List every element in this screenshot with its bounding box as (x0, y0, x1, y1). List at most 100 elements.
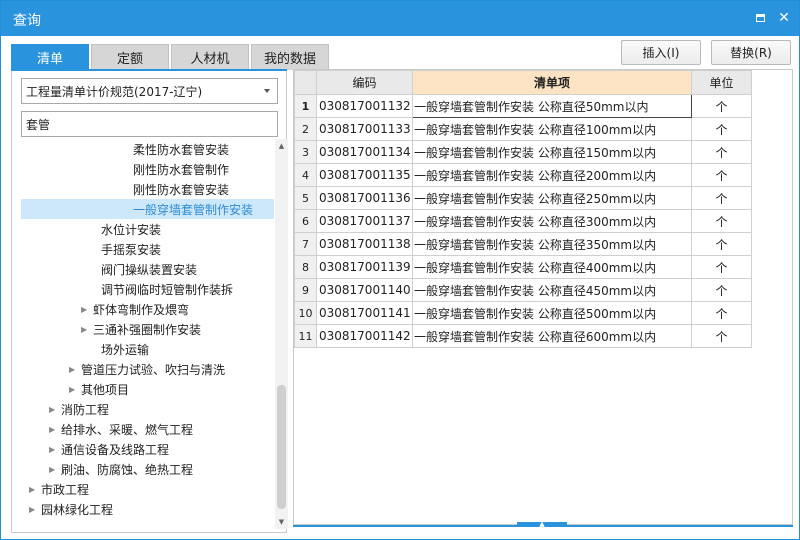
cell-item-name[interactable]: 一般穿墙套管制作安装 公称直径300mm以内 (412, 209, 692, 233)
header-item[interactable]: 清单项 (412, 70, 692, 95)
tree-item[interactable]: ▶ 通信设备及线路工程 (21, 439, 274, 459)
table-row[interactable]: 11 030817001142 一般穿墙套管制作安装 公称直径600mm以内个 (294, 324, 752, 348)
tree-item[interactable]: 刚性防水套管制作 (21, 159, 274, 179)
tree-item[interactable]: ▶ 市政工程 (21, 479, 274, 499)
table-row[interactable]: 9 030817001140 一般穿墙套管制作安装 公称直径450mm以内个 (294, 278, 752, 302)
row-number[interactable]: 4 (294, 163, 317, 187)
cell-code[interactable]: 030817001141 (316, 301, 413, 325)
cell-item-name[interactable]: 一般穿墙套管制作安装 公称直径150mm以内 (412, 140, 692, 164)
cell-item-name[interactable]: 一般穿墙套管制作安装 公称直径350mm以内 (412, 232, 692, 256)
tree-item[interactable]: 柔性防水套管安装 (21, 139, 274, 159)
tree-item[interactable]: ▶ 园林绿化工程 (21, 499, 274, 519)
expand-arrow-icon[interactable]: ▶ (49, 425, 61, 434)
cell-unit[interactable]: 个 (691, 324, 752, 348)
table-row[interactable]: 6 030817001137 一般穿墙套管制作安装 公称直径300mm以内个 (294, 209, 752, 233)
table-row[interactable]: 3 030817001134 一般穿墙套管制作安装 公称直径150mm以内个 (294, 140, 752, 164)
collapse-handle-icon[interactable]: ▲ (517, 521, 567, 528)
search-input[interactable] (26, 117, 277, 131)
row-number[interactable]: 5 (294, 186, 317, 210)
table-row[interactable]: 10 030817001141 一般穿墙套管制作安装 公称直径500mm以内个 (294, 301, 752, 325)
cell-code[interactable]: 030817001140 (316, 278, 413, 302)
scroll-down-arrow-icon[interactable]: ▼ (275, 515, 288, 529)
spec-select[interactable]: 工程量清单计价规范(2017-辽宁) (21, 78, 278, 104)
row-number[interactable]: 3 (294, 140, 317, 164)
tree-item[interactable]: ▶ 管道压力试验、吹扫与清洗 (21, 359, 274, 379)
cell-code[interactable]: 030817001133 (316, 117, 413, 141)
row-number[interactable]: 10 (294, 301, 317, 325)
tree-item[interactable]: 阀门操纵装置安装 (21, 259, 274, 279)
cell-code[interactable]: 030817001136 (316, 186, 413, 210)
tree-item[interactable]: ▶ 刷油、防腐蚀、绝热工程 (21, 459, 274, 479)
table-row[interactable]: 8 030817001139 一般穿墙套管制作安装 公称直径400mm以内个 (294, 255, 752, 279)
cell-code[interactable]: 030817001135 (316, 163, 413, 187)
close-button[interactable]: ✕ (773, 7, 795, 29)
tree-item[interactable]: 场外运输 (21, 339, 274, 359)
tab-quota[interactable]: 定额 (91, 44, 169, 70)
cell-item-name[interactable]: 一般穿墙套管制作安装 公称直径250mm以内 (412, 186, 692, 210)
row-number[interactable]: 11 (294, 324, 317, 348)
cell-unit[interactable]: 个 (691, 163, 752, 187)
tree-item[interactable]: ▶ 消防工程 (21, 399, 274, 419)
tree-item[interactable]: 手摇泵安装 (21, 239, 274, 259)
cell-code[interactable]: 030817001134 (316, 140, 413, 164)
cell-item-name[interactable]: 一般穿墙套管制作安装 公称直径500mm以内 (412, 301, 692, 325)
cell-unit[interactable]: 个 (691, 186, 752, 210)
tree-item[interactable]: 刚性防水套管安装 (21, 179, 274, 199)
cell-unit[interactable]: 个 (691, 278, 752, 302)
cell-code[interactable]: 030817001132 (316, 94, 413, 118)
expand-arrow-icon[interactable]: ▶ (29, 485, 41, 494)
cell-unit[interactable]: 个 (691, 232, 752, 256)
cell-unit[interactable]: 个 (691, 140, 752, 164)
scroll-up-arrow-icon[interactable]: ▲ (275, 139, 288, 153)
row-number[interactable]: 6 (294, 209, 317, 233)
cell-code[interactable]: 030817001137 (316, 209, 413, 233)
row-number[interactable]: 8 (294, 255, 317, 279)
table-row[interactable]: 2 030817001133 一般穿墙套管制作安装 公称直径100mm以内个 (294, 117, 752, 141)
tree-item[interactable]: ▶ 给排水、采暖、燃气工程 (21, 419, 274, 439)
cell-unit[interactable]: 个 (691, 301, 752, 325)
expand-arrow-icon[interactable]: ▶ (49, 445, 61, 454)
maximize-button[interactable] (749, 7, 771, 29)
tree-item[interactable]: ▶ 虾体弯制作及煨弯 (21, 299, 274, 319)
scrollbar-thumb[interactable] (277, 385, 286, 509)
tree-scrollbar[interactable]: ▲ ▼ (275, 139, 288, 529)
cell-code[interactable]: 030817001139 (316, 255, 413, 279)
row-number[interactable]: 7 (294, 232, 317, 256)
tree-item[interactable]: ▶ 三通补强圈制作安装 (21, 319, 274, 339)
table-row[interactable]: 7 030817001138 一般穿墙套管制作安装 公称直径350mm以内个 (294, 232, 752, 256)
expand-arrow-icon[interactable]: ▶ (81, 305, 93, 314)
search-field[interactable] (21, 111, 278, 137)
cell-code[interactable]: 030817001138 (316, 232, 413, 256)
title-bar[interactable]: 查询 ✕ (1, 1, 799, 36)
cell-item-name[interactable]: 一般穿墙套管制作安装 公称直径200mm以内 (412, 163, 692, 187)
cell-unit[interactable]: 个 (691, 255, 752, 279)
cell-item-name[interactable]: 一般穿墙套管制作安装 公称直径400mm以内 (412, 255, 692, 279)
header-code[interactable]: 编码 (316, 70, 413, 95)
expand-arrow-icon[interactable]: ▶ (49, 405, 61, 414)
tab-labor-materials[interactable]: 人材机 (171, 44, 249, 70)
dropdown-arrow-icon[interactable] (264, 89, 270, 93)
tree-item[interactable]: 调节阀临时短管制作装拆 (21, 279, 274, 299)
tree-item[interactable]: ▶ 其他项目 (21, 379, 274, 399)
table-row[interactable]: 5 030817001136 一般穿墙套管制作安装 公称直径250mm以内个 (294, 186, 752, 210)
row-number[interactable]: 9 (294, 278, 317, 302)
tree-item[interactable]: 水位计安装 (21, 219, 274, 239)
header-unit[interactable]: 单位 (691, 70, 752, 95)
expand-arrow-icon[interactable]: ▶ (81, 325, 93, 334)
row-number[interactable]: 2 (294, 117, 317, 141)
cell-code[interactable]: 030817001142 (316, 324, 413, 348)
tab-bill-items[interactable]: 清单 (11, 44, 89, 70)
tree-item[interactable]: 一般穿墙套管制作安装 (21, 199, 274, 219)
table-row[interactable]: 4 030817001135 一般穿墙套管制作安装 公称直径200mm以内个 (294, 163, 752, 187)
cell-item-name[interactable]: 一般穿墙套管制作安装 公称直径50mm以内 (412, 94, 692, 118)
expand-arrow-icon[interactable]: ▶ (69, 365, 81, 374)
cell-unit[interactable]: 个 (691, 117, 752, 141)
cell-item-name[interactable]: 一般穿墙套管制作安装 公称直径600mm以内 (412, 324, 692, 348)
expand-arrow-icon[interactable]: ▶ (49, 465, 61, 474)
table-row[interactable]: 1 030817001132 一般穿墙套管制作安装 公称直径50mm以内个 (294, 94, 752, 118)
cell-unit[interactable]: 个 (691, 209, 752, 233)
insert-button[interactable]: 插入(I) (621, 40, 701, 65)
row-number[interactable]: 1 (294, 94, 317, 118)
replace-button[interactable]: 替换(R) (711, 40, 791, 65)
cell-item-name[interactable]: 一般穿墙套管制作安装 公称直径100mm以内 (412, 117, 692, 141)
